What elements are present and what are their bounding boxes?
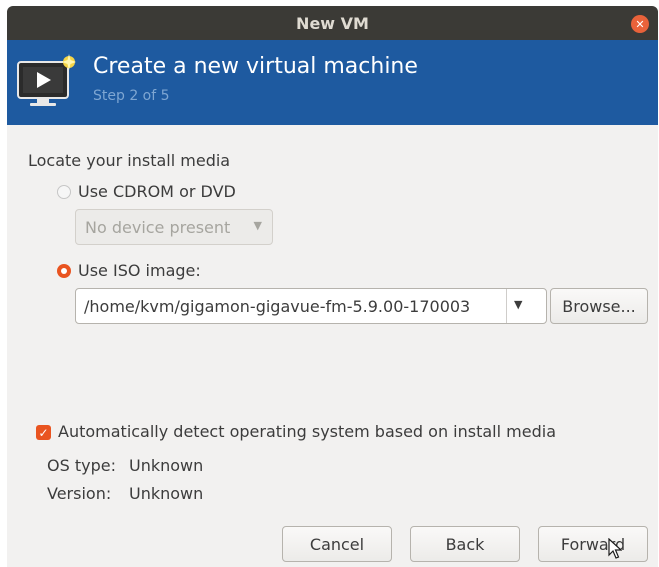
browse-button[interactable]: Browse... bbox=[550, 288, 648, 324]
wizard-content: Locate your install media Use CDROM or D… bbox=[7, 125, 658, 567]
wizard-banner: Create a new virtual machine Step 2 of 5 bbox=[7, 40, 658, 125]
close-icon[interactable]: ✕ bbox=[631, 15, 649, 33]
install-media-heading: Locate your install media bbox=[28, 151, 231, 170]
wizard-step-indicator: Step 2 of 5 bbox=[93, 88, 170, 104]
os-type-value: Unknown bbox=[129, 456, 204, 475]
monitor-new-icon bbox=[17, 54, 76, 106]
os-type-label: OS type: bbox=[47, 456, 116, 475]
device-select: No device present ▼ bbox=[75, 209, 273, 245]
auto-detect-label[interactable]: Automatically detect operating system ba… bbox=[58, 422, 556, 441]
mouse-pointer-icon bbox=[608, 538, 622, 559]
forward-button[interactable]: Forward bbox=[538, 526, 648, 562]
window-title: New VM bbox=[296, 13, 369, 33]
cdrom-radio-label[interactable]: Use CDROM or DVD bbox=[78, 182, 236, 201]
chevron-down-icon[interactable]: ▼ bbox=[514, 298, 522, 311]
wizard-title: Create a new virtual machine bbox=[93, 54, 418, 79]
title-bar[interactable]: New VM ✕ bbox=[7, 6, 658, 40]
device-select-value: No device present bbox=[85, 217, 231, 237]
chevron-down-icon: ▼ bbox=[253, 219, 262, 232]
cancel-button[interactable]: Cancel bbox=[282, 526, 392, 562]
auto-detect-checkbox[interactable]: ✓ bbox=[36, 425, 51, 440]
cdrom-radio[interactable] bbox=[57, 185, 71, 199]
new-vm-window: New VM ✕ Create a new virtual machine St… bbox=[7, 6, 658, 567]
iso-radio[interactable] bbox=[57, 264, 71, 278]
iso-path-combo[interactable]: /home/kvm/gigamon-gigavue-fm-5.9.00-1700… bbox=[75, 288, 547, 324]
version-label: Version: bbox=[47, 484, 112, 503]
version-value: Unknown bbox=[129, 484, 204, 503]
back-button[interactable]: Back bbox=[410, 526, 520, 562]
iso-radio-label[interactable]: Use ISO image: bbox=[78, 261, 201, 280]
iso-path-input[interactable]: /home/kvm/gigamon-gigavue-fm-5.9.00-1700… bbox=[84, 297, 504, 316]
combo-divider bbox=[506, 289, 507, 323]
